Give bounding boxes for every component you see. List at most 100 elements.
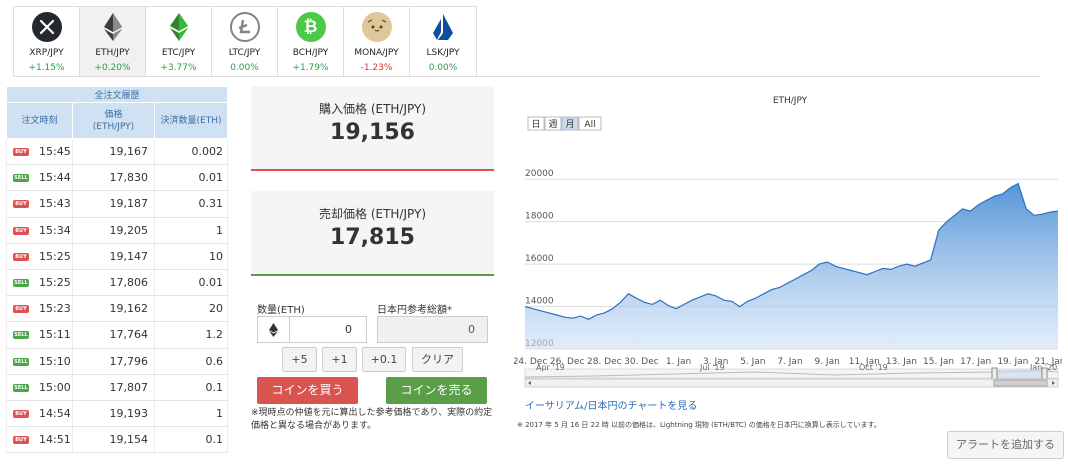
sell-coin-button[interactable]: コインを売る [386, 377, 487, 404]
tab-divider [13, 76, 1040, 77]
order-time-cell: SELL 15:00 [6, 374, 73, 401]
order-qty: 1 [154, 400, 228, 428]
order-price: 19,187 [72, 190, 155, 218]
col-qty: 決済数量(ETH) [154, 102, 228, 139]
x-tick-label: 5. Jan [740, 357, 765, 367]
step-plus1-button[interactable]: +1 [322, 347, 357, 372]
tab-label: XRP/JPY [29, 48, 64, 58]
jpy-label: 日本円参考総額* [377, 305, 452, 316]
y-tick-label: 18000 [525, 212, 554, 222]
range-button-label: All [584, 120, 595, 130]
sell-price-value: 17,815 [330, 225, 415, 250]
clear-button[interactable]: クリア [412, 347, 463, 372]
buy-price-box: 購入価格 (ETH/JPY) 19,156 [251, 86, 494, 171]
order-time: 14:51 [39, 433, 71, 447]
order-price: 17,806 [72, 269, 155, 297]
step-plus5-button[interactable]: +5 [282, 347, 317, 372]
range-selector: 日週月 All [527, 116, 602, 131]
navigator-label: Apr '19 [536, 363, 565, 372]
order-time: 15:45 [39, 145, 71, 159]
order-price: 17,796 [72, 348, 155, 375]
ltc-icon [229, 12, 260, 42]
side-badge: SELL [13, 357, 29, 366]
navigator-window [994, 369, 1047, 378]
step-plus01-button[interactable]: +0.1 [362, 347, 406, 372]
side-badge: SELL [13, 331, 29, 340]
price-note: ※現時点の仲値を元に算出した参考価格であり、実際の約定価格と異なる場合があります… [251, 408, 493, 431]
x-tick-label: 15. Jan [923, 357, 954, 367]
tab-lsk[interactable]: LSK/JPY 0.00% [410, 7, 476, 77]
table-row: BUY 15:45 19,167 0.002 [6, 138, 228, 166]
tab-change: +0.20% [94, 63, 131, 73]
xrp-icon [31, 12, 62, 42]
table-row: BUY 15:25 19,147 10 [6, 243, 228, 270]
tab-ltc[interactable]: LTC/JPY 0.00% [212, 7, 278, 77]
order-qty: 1 [154, 217, 228, 244]
add-alert-button[interactable]: アラートを追加する [947, 431, 1064, 459]
order-time: 14:54 [39, 406, 71, 420]
order-time-cell: BUY 15:34 [6, 217, 73, 244]
range-button-label: 月 [565, 119, 574, 130]
qty-input[interactable]: 0 [257, 316, 367, 343]
chart-note: ※ 2017 年 5 月 16 日 22 時 以前の価格は、Lightning … [517, 421, 881, 429]
tab-change: 0.00% [428, 63, 458, 73]
buy-price-label: 購入価格 (ETH/JPY) [319, 102, 426, 116]
eth-icon [98, 12, 128, 42]
y-tick-label: 14000 [525, 297, 554, 307]
order-time: 15:44 [39, 171, 71, 185]
tab-mona[interactable]: MONA/JPY -1.23% [344, 7, 410, 77]
bch-icon: ₿ [295, 12, 326, 42]
side-badge: BUY [13, 200, 29, 209]
order-price: 19,193 [72, 400, 155, 428]
table-row: BUY 14:51 19,154 0.1 [6, 426, 228, 454]
tab-bch[interactable]: ₿ BCH/JPY +1.79% [278, 7, 344, 77]
side-badge: BUY [13, 409, 29, 418]
order-time-cell: BUY 15:45 [6, 138, 73, 166]
order-price: 17,764 [72, 321, 155, 349]
qty-value[interactable]: 0 [290, 317, 366, 342]
order-time: 15:43 [39, 197, 71, 211]
order-time: 15:11 [39, 328, 71, 342]
side-badge: BUY [13, 148, 29, 157]
tab-etc[interactable]: ETC/JPY +3.77% [146, 7, 212, 77]
navigator-label: Oct '19 [859, 363, 888, 372]
side-badge: SELL [13, 383, 29, 392]
x-tick-label: 7. Jan [777, 357, 802, 367]
x-tick-label: 1. Jan [666, 357, 691, 367]
table-row: SELL 15:44 17,830 0.01 [6, 164, 228, 192]
table-row: SELL 15:10 17,796 0.6 [6, 348, 228, 375]
order-time: 15:25 [39, 249, 71, 263]
side-badge: BUY [13, 226, 29, 235]
x-tick-label: 17. Jan [960, 357, 991, 367]
tab-change: -1.23% [360, 63, 393, 73]
table-row: SELL 15:11 17,764 1.2 [6, 321, 228, 349]
side-badge: SELL [13, 279, 29, 288]
order-time-cell: BUY 15:43 [6, 190, 73, 218]
history-body: BUY 15:45 19,167 0.002 SELL 15:44 17,830 0.01 BU… [6, 138, 228, 454]
tab-eth[interactable]: ETH/JPY +0.20% [80, 7, 146, 77]
plot-area: 120001400016000180002000024. Dec26. Dec2… [514, 169, 1062, 367]
navigator-label: Jul '19 [699, 363, 725, 372]
order-time-cell: BUY 15:23 [6, 295, 73, 323]
navigator-handle-left[interactable] [991, 367, 998, 380]
tab-label: MONA/JPY [354, 48, 399, 58]
order-qty: 20 [154, 295, 228, 323]
navigator-scrollbar-thumb[interactable] [993, 379, 1048, 387]
buy-coin-button[interactable]: コインを買う [257, 377, 358, 404]
tab-xrp[interactable]: XRP/JPY +1.15% [14, 7, 80, 77]
history-title: 全注文履歴 [6, 86, 228, 103]
jpy-total-input: 0 [377, 316, 488, 343]
tab-label: ETH/JPY [95, 48, 130, 58]
order-qty: 0.01 [154, 164, 228, 192]
y-tick-label: 16000 [525, 254, 554, 264]
navigator-scrollbar[interactable] [524, 378, 1059, 388]
order-price: 19,162 [72, 295, 155, 323]
order-qty: 10 [154, 243, 228, 270]
chart-link[interactable]: イーサリアム/日本円のチャートを見る [525, 397, 697, 412]
navigator-handle-right[interactable] [1041, 367, 1048, 380]
chart-title: ETH/JPY [773, 96, 808, 106]
order-time-cell: SELL 15:11 [6, 321, 73, 349]
table-row: BUY 14:54 19,193 1 [6, 400, 228, 428]
order-time: 15:23 [39, 302, 71, 316]
order-qty: 0.1 [154, 374, 228, 401]
